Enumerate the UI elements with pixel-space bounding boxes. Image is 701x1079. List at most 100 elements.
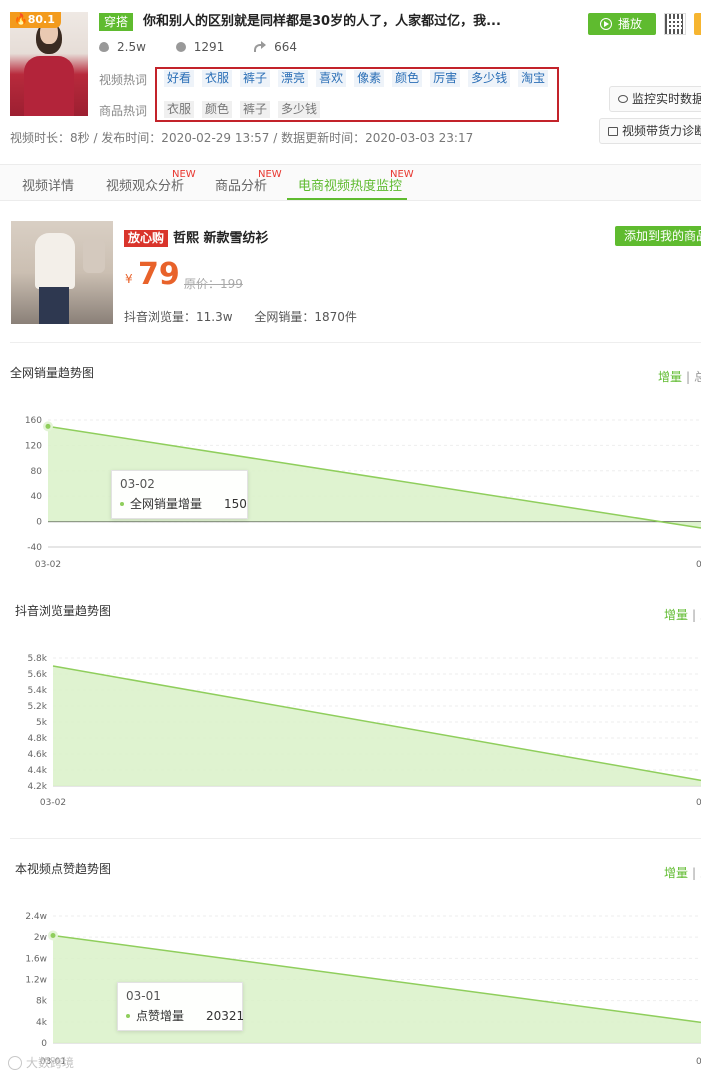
lock-icon [608, 127, 618, 136]
y-tick-label: 4.4k [27, 766, 47, 776]
y-tick-label: 1.2w [25, 976, 47, 986]
share-icon [254, 41, 267, 52]
like-count: 2.5w [117, 40, 146, 54]
series-dot-icon [120, 502, 124, 506]
diagnose-button[interactable]: 视频带货力诊断 [599, 118, 701, 144]
new-badge: NEW [172, 169, 196, 180]
y-tick-label: 0 [36, 518, 42, 528]
y-tick-label: 5.2k [27, 702, 47, 712]
keyword-chip[interactable]: 淘宝 [518, 70, 549, 87]
y-tick-label: 4.2k [27, 782, 47, 792]
comment-icon [175, 42, 186, 52]
douyin-views: 抖音浏览量：11.3w [124, 310, 233, 324]
data-point[interactable] [45, 423, 51, 429]
y-tick-label: 8k [36, 997, 48, 1007]
hot-words-list: 好看 衣服 裤子 漂亮 喜欢 像素 颜色 厉害 多少钱 淘宝 [164, 70, 556, 87]
chart-tooltip: 03-02 全网销量增量 150 [111, 470, 248, 519]
play-button[interactable]: 播放 [588, 13, 656, 35]
thumbnail-figure-body [24, 56, 74, 116]
product-image[interactable] [11, 221, 113, 324]
keyword-chip[interactable]: 裤子 [240, 70, 271, 87]
divider [10, 838, 701, 839]
watermark: 大数跨境 [8, 1054, 74, 1071]
chart-toggle-views[interactable]: 增量|总 [664, 606, 701, 623]
tab-heat-monitor[interactable]: 电商视频热度监控 [298, 175, 402, 194]
x-tick-label: 03 [696, 560, 701, 570]
new-badge: NEW [390, 169, 414, 180]
y-tick-label: 2w [34, 933, 47, 943]
chart-toggle-sales[interactable]: 增量 | 总 [658, 368, 701, 385]
trusted-buy-badge: 放心购 [124, 230, 169, 247]
y-tick-label: -40 [27, 543, 42, 553]
y-tick-label: 4.6k [27, 750, 47, 760]
keyword-chip[interactable]: 多少钱 [278, 101, 321, 118]
x-tick-label: 0 [696, 1057, 701, 1067]
keyword-chip[interactable]: 像素 [354, 70, 385, 87]
likes-trend-chart: 2.4w2w1.6w1.2w8k4k003-01 0 [25, 912, 701, 1067]
series-dot-icon [126, 1014, 130, 1018]
heart-icon [99, 42, 109, 52]
flame-icon: 🔥 [14, 13, 28, 26]
active-tab-indicator [287, 198, 407, 200]
original-price: 原价：199 [184, 277, 243, 291]
chart-toggle-likes[interactable]: 增量|总 [664, 864, 701, 881]
sales-trend-chart: 160 120 80 40 0 -40 03-02 03 [25, 416, 701, 570]
y-tick-label: 5.8k [27, 654, 47, 664]
extra-action-button[interactable] [694, 13, 701, 35]
new-badge: NEW [258, 169, 282, 180]
keyword-chip[interactable]: 漂亮 [278, 70, 309, 87]
monitor-realtime-button[interactable]: 监控实时数据 [609, 86, 701, 112]
comment-count: 1291 [193, 40, 225, 54]
keyword-chip[interactable]: 喜欢 [316, 70, 347, 87]
y-tick-label: 5k [36, 718, 48, 728]
data-point[interactable] [50, 932, 56, 938]
video-stats: 2.5w 1291 664 [99, 40, 323, 54]
keyword-chip[interactable]: 多少钱 [468, 70, 511, 87]
y-tick-label: 2.4w [25, 912, 47, 922]
qr-code-icon[interactable] [664, 13, 686, 35]
chart-title-views: 抖音浏览量趋势图 [15, 604, 112, 618]
category-tag: 穿搭 [99, 13, 134, 31]
hot-score-badge: 🔥80.1 [10, 12, 61, 28]
y-tick-label: 80 [31, 467, 43, 477]
y-tick-label: 120 [25, 441, 42, 451]
y-tick-label: 4.8k [27, 734, 47, 744]
series-area [53, 666, 701, 786]
tab-video-detail[interactable]: 视频详情 [22, 175, 74, 194]
y-tick-label: 5.6k [27, 670, 47, 680]
currency-symbol: ¥ [125, 272, 133, 286]
keyword-chip[interactable]: 裤子 [240, 101, 271, 118]
y-tick-label: 5.4k [27, 686, 47, 696]
chart-title-likes: 本视频点赞趋势图 [15, 862, 112, 876]
y-tick-label: 1.6w [25, 954, 47, 964]
divider [10, 342, 701, 343]
total-sales: 全网销量：1870件 [254, 310, 357, 324]
product-stats: 抖音浏览量：11.3w 全网销量：1870件 [124, 308, 375, 325]
product-words-label: 商品热词 [99, 104, 148, 118]
video-meta: 视频时长：8秒 / 发布时间：2020-02-29 13:57 / 数据更新时间… [10, 131, 474, 145]
share-count: 664 [274, 40, 298, 54]
tab-bar: 视频详情 视频观众分析 NEW 商品分析 NEW 电商视频热度监控 NEW [0, 164, 701, 201]
x-tick-label: 03-02 [35, 560, 61, 570]
keyword-chip[interactable]: 颜色 [202, 101, 233, 118]
y-tick-label: 40 [31, 492, 43, 502]
keyword-chip[interactable]: 衣服 [164, 101, 195, 118]
y-tick-label: 0 [41, 1039, 47, 1049]
keyword-chip[interactable]: 衣服 [202, 70, 233, 87]
chart-tooltip: 03-01 点赞增量 20321 [117, 982, 244, 1031]
eye-icon [618, 95, 628, 103]
video-title[interactable]: 你和别人的区别就是同样都是30岁的人了，人家都过亿，我... [143, 13, 501, 31]
keyword-chip[interactable]: 厉害 [430, 70, 461, 87]
x-tick-label: 03-02 [40, 798, 66, 808]
hot-words-label: 视频热词 [99, 73, 148, 87]
keyword-chip[interactable]: 好看 [164, 70, 195, 87]
add-to-my-products-button[interactable]: 添加到我的商品 [615, 226, 701, 246]
y-tick-label: 4k [36, 1018, 48, 1028]
keyword-chip[interactable]: 颜色 [392, 70, 423, 87]
views-trend-chart: 5.8k 5.6k 5.4k 5.2k 5k 4.8k 4.6k 4.4k 4.2k 03-02 0 [27, 654, 701, 808]
chart-title-sales: 全网销量趋势图 [10, 366, 95, 380]
product-words-list: 衣服 颜色 裤子 多少钱 [164, 101, 328, 118]
watermark-logo-icon [8, 1056, 22, 1070]
product-name[interactable]: 哲熙 新款雪纺衫 [173, 230, 269, 247]
play-icon [600, 18, 612, 30]
